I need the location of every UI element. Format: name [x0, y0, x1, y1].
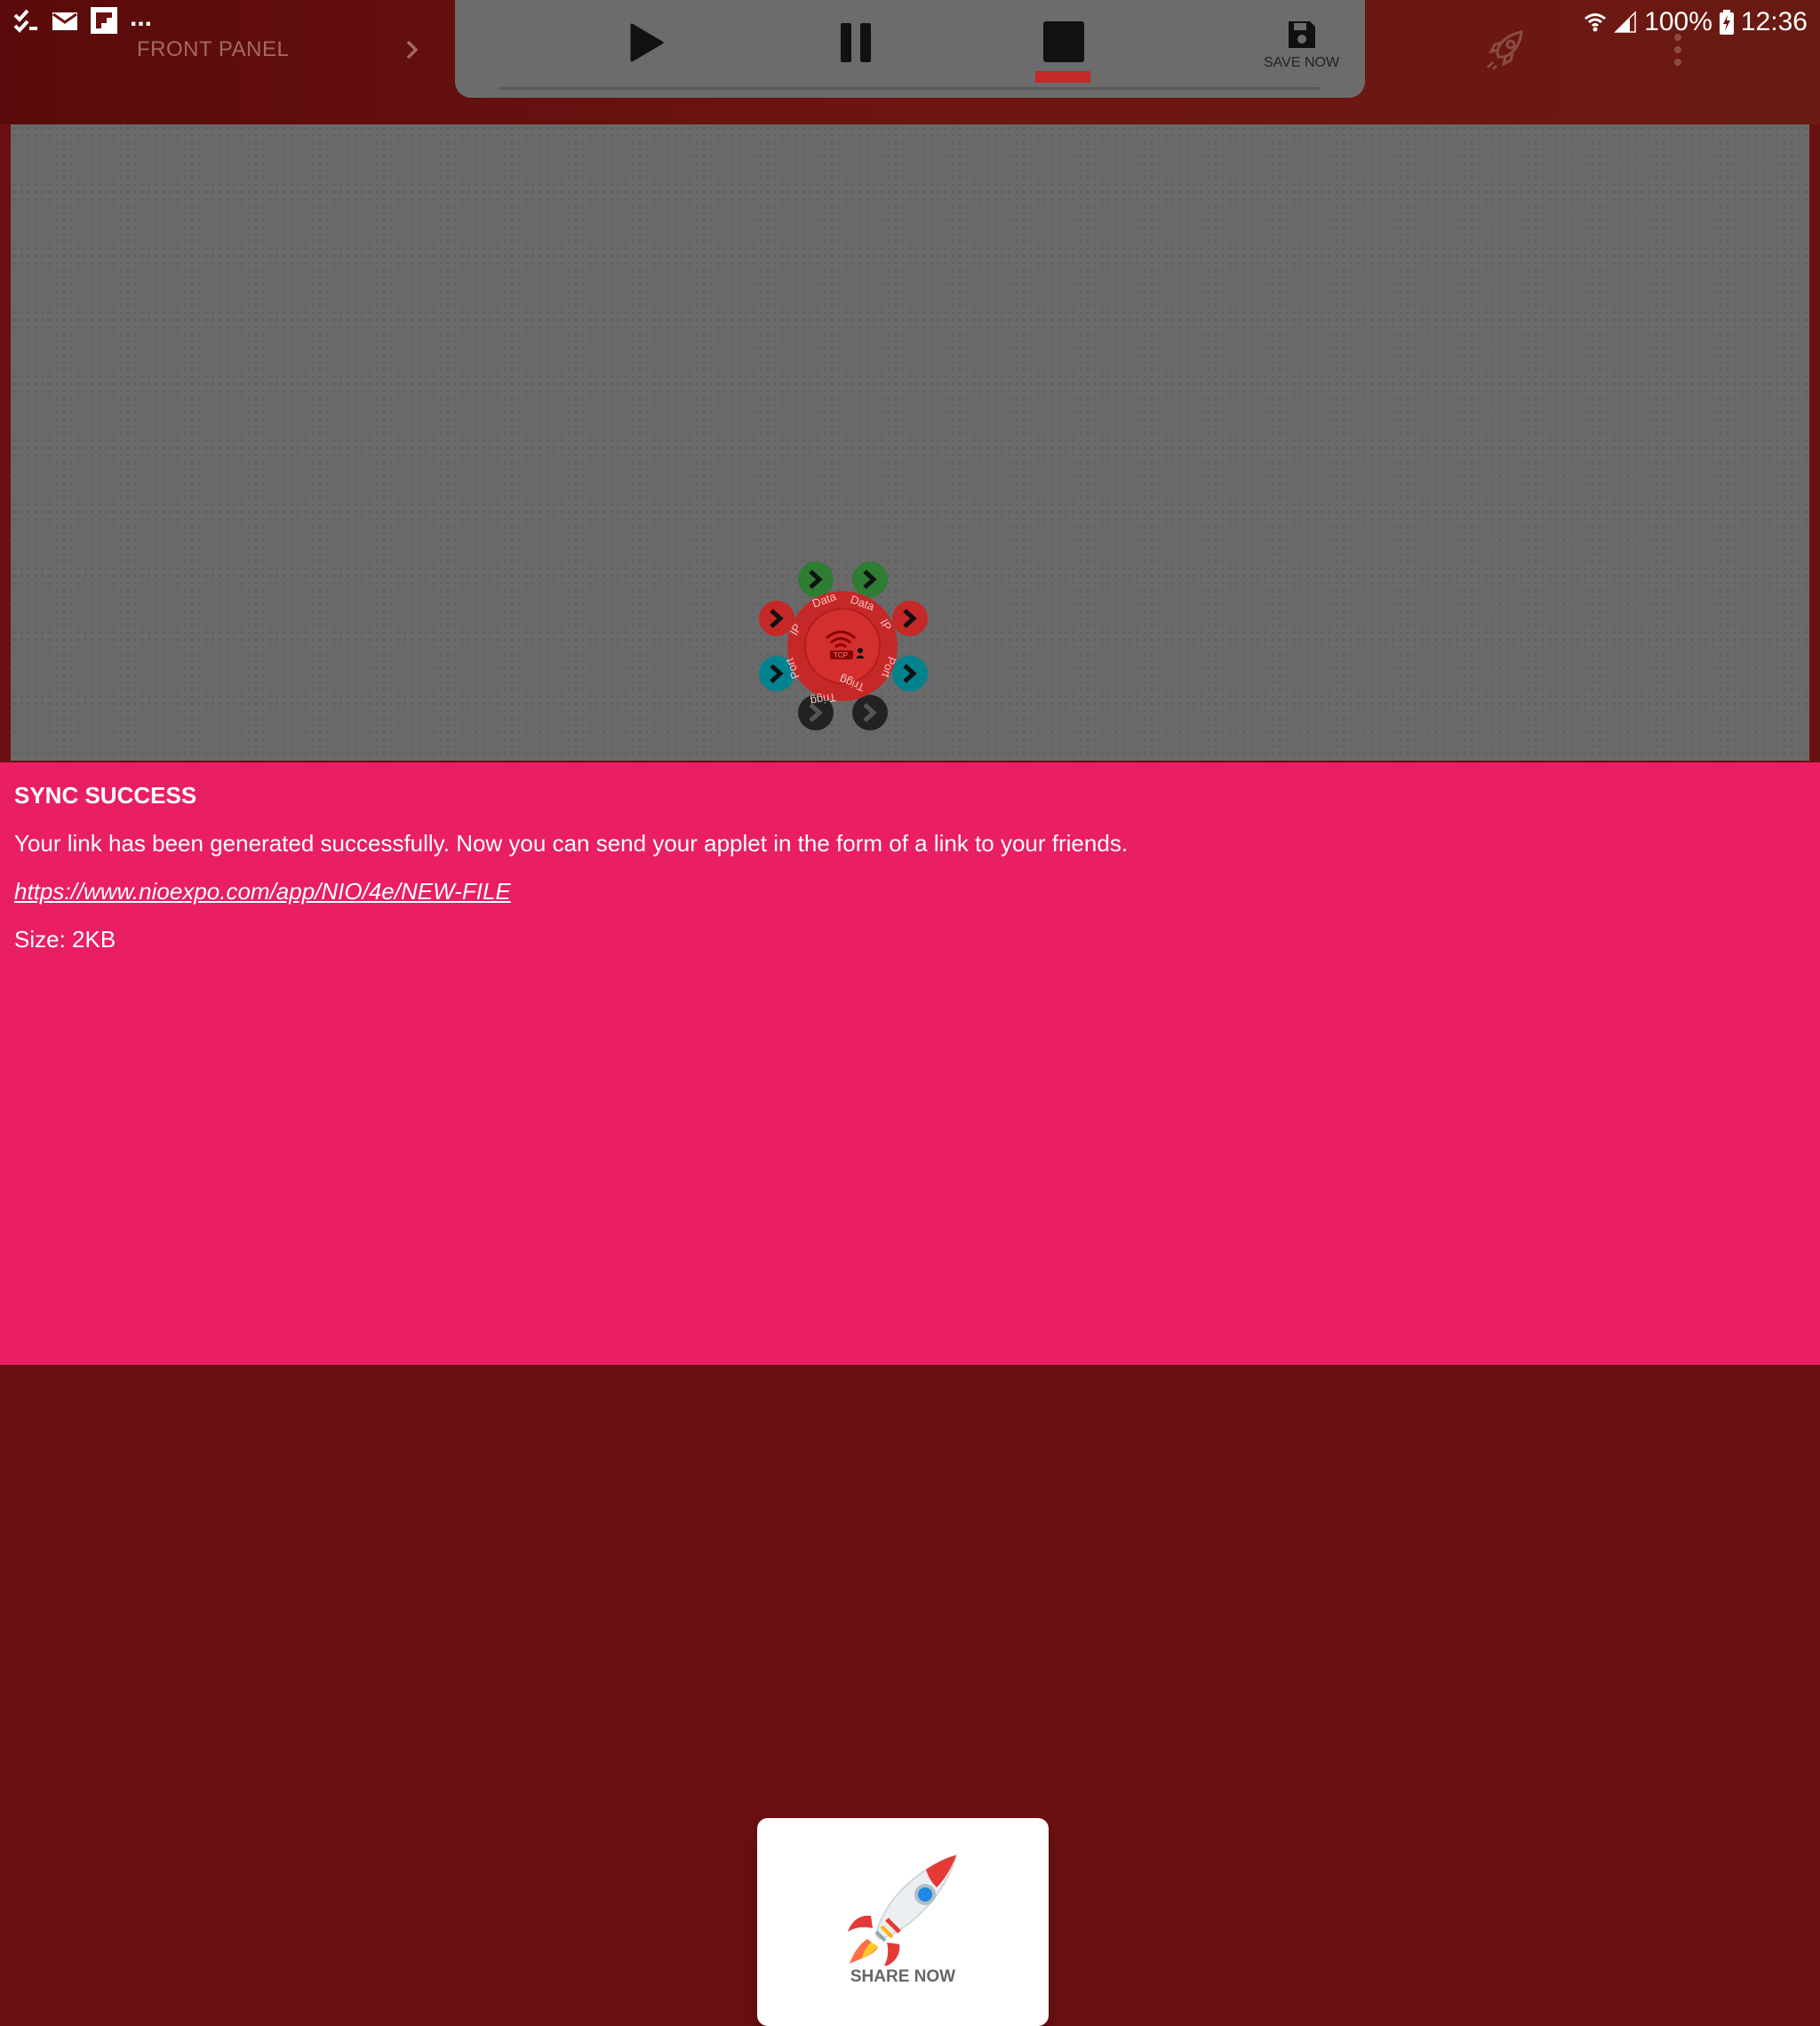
share-now-label: SHARE NOW	[850, 1967, 956, 1986]
progress-track	[499, 87, 1321, 90]
tcp-badge: TCP	[834, 651, 848, 659]
more-notifications: ...	[130, 3, 153, 32]
workspace-canvas[interactable]: Data Data IP IP Port Port Trigg Trigg TC…	[11, 124, 1809, 761]
play-button[interactable]	[628, 23, 666, 62]
battery-charging-icon	[1719, 10, 1734, 35]
status-bar-left: ...	[12, 3, 153, 34]
status-bar-right: 100% 12:36	[1584, 7, 1808, 37]
share-link[interactable]: https://www.nioexpo.com/app/NIO/4e/NEW-F…	[14, 878, 511, 905]
save-now-label: SAVE NOW	[1264, 55, 1340, 70]
output-port-data-2[interactable]	[852, 562, 888, 597]
wifi-icon	[1585, 13, 1607, 32]
app-bar: ... 100% 12:36 FRONT PANEL SAVE NOW	[0, 0, 1820, 124]
save-icon	[1288, 21, 1315, 48]
stop-icon	[1043, 21, 1084, 62]
ring-label-trigg-1: Trigg	[810, 690, 837, 708]
active-indicator	[1035, 71, 1090, 83]
tcp-node[interactable]: Data Data IP IP Port Port Trigg Trigg TC…	[746, 558, 935, 736]
rocket-outline-icon[interactable]	[1482, 27, 1529, 73]
share-now-button[interactable]: SHARE NOW	[757, 1818, 1049, 2026]
front-panel-label[interactable]: FRONT PANEL	[137, 37, 289, 62]
battery-percent: 100%	[1644, 7, 1712, 36]
sync-title: SYNC SUCCESS	[14, 782, 197, 809]
pause-button[interactable]	[839, 23, 873, 62]
chevron-right-icon[interactable]	[402, 37, 423, 62]
clock: 12:36	[1740, 7, 1808, 36]
file-size: Size: 2KB	[14, 926, 116, 953]
signal-icon	[1614, 11, 1636, 33]
rocket-icon	[848, 1854, 958, 1966]
flipboard-icon	[91, 7, 117, 34]
pause-icon	[841, 23, 871, 62]
checklist-icon	[13, 9, 37, 33]
play-icon	[630, 23, 664, 62]
output-port-ip[interactable]	[892, 601, 928, 636]
sync-success-panel: SYNC SUCCESS Your link has been generate…	[0, 762, 1820, 2026]
save-now-button[interactable]: SAVE NOW	[1264, 20, 1339, 71]
stop-button[interactable]	[1043, 21, 1084, 62]
trigger-port-2[interactable]	[852, 695, 888, 730]
sync-message: Your link has been generated successfull…	[14, 830, 1129, 857]
overflow-menu-icon[interactable]	[1674, 34, 1681, 66]
mail-icon	[52, 12, 77, 30]
playback-controls: SAVE NOW	[455, 0, 1365, 98]
